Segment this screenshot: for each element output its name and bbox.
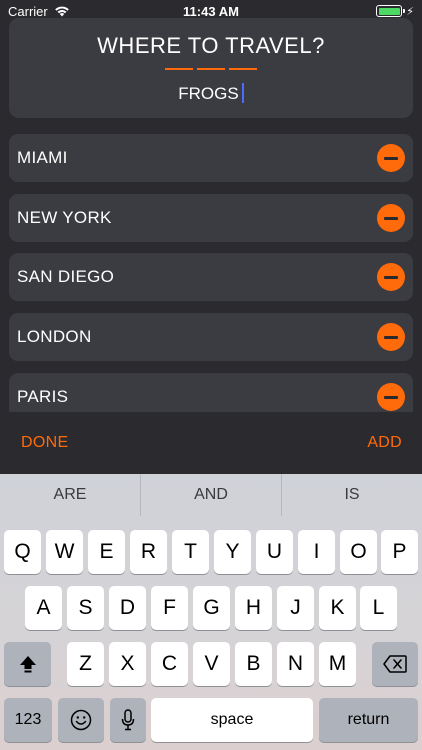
- underline-dash: [165, 68, 193, 70]
- underline-dash: [197, 68, 225, 70]
- key-d[interactable]: D: [109, 586, 146, 630]
- underline-dash: [229, 68, 257, 70]
- emoji-icon: [70, 709, 92, 731]
- key-g[interactable]: G: [193, 586, 230, 630]
- city-label: SAN DIEGO: [17, 267, 115, 286]
- suggestion-item[interactable]: AND: [141, 474, 282, 516]
- key-m[interactable]: M: [319, 642, 356, 686]
- backspace-icon: [383, 655, 407, 673]
- destination-input-value: FROGS: [178, 84, 239, 103]
- battery-icon: [376, 5, 406, 17]
- status-time: 11:43 AM: [183, 3, 239, 19]
- key-w[interactable]: W: [46, 530, 83, 574]
- shift-key[interactable]: [4, 642, 51, 686]
- shift-icon: [19, 656, 36, 673]
- page-title: WHERE TO TRAVEL?: [97, 33, 325, 58]
- list-item-paris[interactable]: PARIS: [9, 373, 413, 412]
- bottom-toolbar: DONE ADD: [0, 412, 422, 474]
- city-label: MIAMI: [17, 148, 68, 167]
- remove-icon[interactable]: [377, 323, 405, 351]
- key-x[interactable]: X: [109, 642, 146, 686]
- key-j[interactable]: J: [277, 586, 314, 630]
- list-item-new-york[interactable]: NEW YORK: [9, 194, 413, 242]
- dictation-key[interactable]: [110, 698, 146, 742]
- numbers-key[interactable]: 123: [4, 698, 52, 742]
- city-label: PARIS: [17, 387, 69, 406]
- key-l[interactable]: L: [360, 586, 397, 630]
- key-e[interactable]: E: [88, 530, 125, 574]
- suggestion-item[interactable]: ARE: [0, 474, 141, 516]
- backspace-key[interactable]: [372, 642, 418, 686]
- microphone-icon: [121, 709, 135, 731]
- key-s[interactable]: S: [67, 586, 104, 630]
- key-r[interactable]: R: [130, 530, 167, 574]
- list-item-miami[interactable]: MIAMI: [9, 134, 413, 182]
- remove-icon[interactable]: [377, 263, 405, 291]
- emoji-key[interactable]: [58, 698, 104, 742]
- space-key[interactable]: space: [151, 698, 313, 742]
- key-v[interactable]: V: [193, 642, 230, 686]
- return-key[interactable]: return: [319, 698, 418, 742]
- key-u[interactable]: U: [256, 530, 293, 574]
- text-caret: [241, 83, 244, 103]
- title-underline: [9, 68, 413, 70]
- key-n[interactable]: N: [277, 642, 314, 686]
- keyboard: ARE AND IS Q W E R T Y U I O P A S D F G…: [0, 474, 422, 750]
- key-y[interactable]: Y: [214, 530, 251, 574]
- remove-icon[interactable]: [377, 204, 405, 232]
- city-label: LONDON: [17, 327, 92, 346]
- key-f[interactable]: F: [151, 586, 188, 630]
- city-list[interactable]: MIAMI NEW YORK SAN DIEGO LONDON PARIS: [9, 134, 413, 412]
- remove-icon[interactable]: [377, 383, 405, 411]
- key-b[interactable]: B: [235, 642, 272, 686]
- remove-icon[interactable]: [377, 144, 405, 172]
- key-z[interactable]: Z: [67, 642, 104, 686]
- key-a[interactable]: A: [25, 586, 62, 630]
- list-item-san-diego[interactable]: SAN DIEGO: [9, 253, 413, 301]
- add-button[interactable]: ADD: [367, 434, 402, 452]
- key-p[interactable]: P: [381, 530, 418, 574]
- list-item-london[interactable]: LONDON: [9, 313, 413, 361]
- suggestion-bar: ARE AND IS: [0, 474, 422, 516]
- city-label: NEW YORK: [17, 208, 112, 227]
- done-button[interactable]: DONE: [21, 434, 68, 452]
- suggestion-item[interactable]: IS: [282, 474, 422, 516]
- destination-input[interactable]: FROGS: [9, 83, 413, 104]
- key-o[interactable]: O: [340, 530, 377, 574]
- key-c[interactable]: C: [151, 642, 188, 686]
- key-i[interactable]: I: [298, 530, 335, 574]
- key-h[interactable]: H: [235, 586, 272, 630]
- key-k[interactable]: K: [319, 586, 356, 630]
- key-q[interactable]: Q: [4, 530, 41, 574]
- destination-input-card[interactable]: WHERE TO TRAVEL? FROGS: [9, 18, 413, 118]
- key-t[interactable]: T: [172, 530, 209, 574]
